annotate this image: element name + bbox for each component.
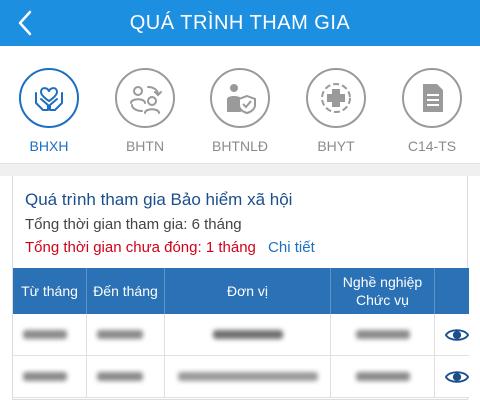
cell-to (87, 314, 165, 355)
col-from-month: Từ tháng (13, 268, 87, 314)
back-button[interactable] (8, 5, 42, 41)
unpaid-time-text: Tổng thời gian chưa đóng: 1 tháng (25, 239, 256, 256)
table-header: Từ tháng Đến tháng Đơn vị Nghề nghiệp Chứ… (13, 268, 469, 314)
tab-icon-circle (210, 68, 270, 128)
cell-to (87, 356, 165, 397)
unpaid-time-row: Tổng thời gian chưa đóng: 1 tháng Chi ti… (25, 239, 455, 256)
cell-from (13, 314, 87, 355)
summary-section: Quá trình tham gia Bảo hiểm xã hội Tổng … (13, 176, 467, 256)
tab-label: BHYT (317, 138, 355, 154)
cell-from (13, 356, 87, 397)
tab-label: BHTNLĐ (211, 138, 268, 154)
tab-bhtnld[interactable]: BHTNLĐ (205, 68, 275, 154)
cell-job (331, 314, 435, 355)
participation-table: Từ tháng Đến tháng Đơn vị Nghề nghiệp Chứ… (13, 268, 469, 398)
total-time-text: Tổng thời gian tham gia: 6 tháng (25, 216, 242, 233)
col-to-month: Đến tháng (87, 268, 165, 314)
tab-label: C14-TS (407, 138, 457, 154)
col-unit: Đơn vị (165, 268, 331, 314)
tab-bhyt[interactable]: BHYT (301, 68, 371, 154)
col-job-line1: Nghề nghiệp (342, 274, 423, 290)
participation-card: Quá trình tham gia Bảo hiểm xã hội Tổng … (12, 176, 469, 400)
people-exchange-icon (130, 86, 162, 114)
section-divider (0, 164, 480, 176)
table-row[interactable] (13, 314, 469, 356)
document-icon (423, 84, 443, 112)
app-header: QUÁ TRÌNH THAM GIA (0, 0, 480, 46)
col-view (435, 268, 469, 314)
cell-unit (165, 356, 331, 397)
cell-job (331, 356, 435, 397)
tab-icon-circle (19, 68, 79, 128)
eye-icon (445, 370, 469, 383)
detail-link[interactable]: Chi tiết (268, 239, 315, 256)
col-job-line2: Chức vụ (356, 292, 409, 308)
tab-icon-circle (306, 68, 366, 128)
page-title: QUÁ TRÌNH THAM GIA (129, 11, 351, 34)
tab-icon-circle (402, 68, 462, 128)
view-detail-button[interactable] (435, 356, 469, 397)
tab-c14ts[interactable]: C14-TS (397, 68, 467, 154)
summary-title: Quá trình tham gia Bảo hiểm xã hội (25, 190, 293, 209)
worker-shield-icon (227, 84, 256, 115)
eye-icon (445, 328, 469, 341)
view-detail-button[interactable] (435, 314, 469, 355)
col-job-title: Nghề nghiệp Chức vụ (331, 268, 435, 314)
medical-cross-icon (321, 83, 351, 113)
tab-label: BHXH (29, 138, 69, 154)
table-row[interactable] (13, 356, 469, 398)
chevron-left-icon (18, 10, 32, 36)
tab-label: BHTN (125, 138, 165, 154)
cell-unit (165, 314, 331, 355)
tab-bhtn[interactable]: BHTN (110, 68, 180, 154)
hands-heart-icon (35, 87, 63, 111)
tab-icon-circle (115, 68, 175, 128)
insurance-tabs: BHXH BHTN BHTNLĐ BHYT C14-TS (0, 46, 480, 164)
tab-bhxh[interactable]: BHXH (14, 68, 84, 154)
